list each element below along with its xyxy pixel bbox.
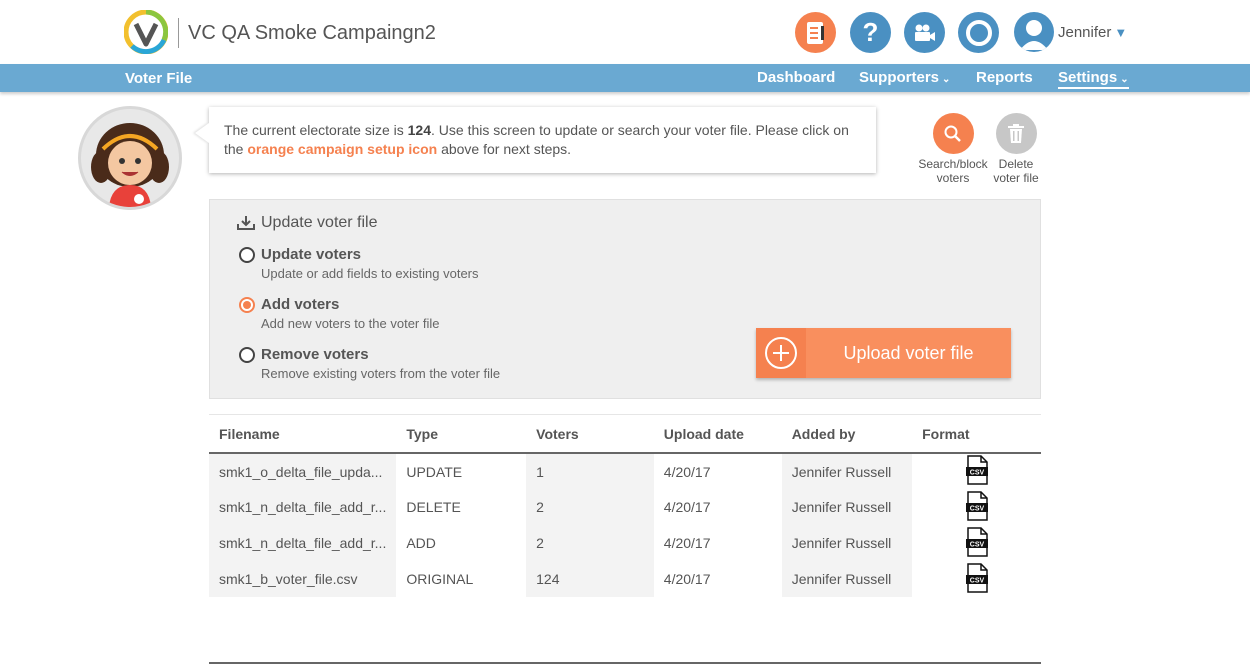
caret-down-icon[interactable]: ▼	[1114, 25, 1127, 40]
user-name[interactable]: Jennifer	[1058, 24, 1111, 41]
info-message: The current electorate size is 124. Use …	[209, 107, 876, 173]
cell-voters: 2	[526, 489, 654, 525]
cell-voters: 2	[526, 525, 654, 561]
nav-settings[interactable]: Settings ⌄	[1058, 69, 1129, 89]
vc-logo[interactable]	[124, 10, 168, 54]
plus-circle-icon	[756, 328, 806, 378]
user-menu[interactable]: Jennifer ▼	[1014, 12, 1127, 52]
col-voters[interactable]: Voters	[526, 415, 654, 454]
cell-filename: smk1_b_voter_file.csv	[209, 561, 397, 597]
electorate-count: 124	[407, 122, 431, 138]
col-type[interactable]: Type	[396, 415, 526, 454]
upload-voter-file-button[interactable]: Upload voter file	[756, 328, 1011, 378]
option-label[interactable]: Add voters	[261, 296, 339, 313]
radio-add-voters[interactable]	[239, 296, 255, 313]
chevron-down-icon: ⌄	[1120, 74, 1129, 85]
delete-voter-file-button[interactable]: Delete voter file	[990, 113, 1042, 185]
update-voter-file-panel: Update voter file Update voters Update o…	[209, 199, 1041, 399]
delete-label-2: voter file	[993, 171, 1039, 185]
campaign-title: VC QA Smoke Campaingn2	[178, 18, 436, 48]
col-added-by[interactable]: Added by	[782, 415, 912, 454]
download-icon	[237, 216, 255, 230]
option-description: Remove existing voters from the voter fi…	[261, 366, 501, 381]
table-row[interactable]: smk1_n_delta_file_add_r... ADD 2 4/20/17…	[209, 525, 1041, 561]
nav-supporters-label: Supporters	[859, 69, 940, 86]
option-update-voters[interactable]: Update voters Update or add fields to ex…	[239, 246, 479, 281]
csv-label: CSV	[969, 577, 984, 584]
cell-filename: smk1_n_delta_file_add_r...	[209, 489, 397, 525]
csv-file-icon[interactable]: CSV	[912, 525, 1041, 561]
voter-files-table: Filename Type Voters Upload date Added b…	[209, 414, 1041, 597]
page-title: Voter File	[125, 70, 193, 87]
panel-title-text: Update voter file	[261, 214, 378, 231]
search-icon	[932, 113, 974, 154]
csv-label: CSV	[969, 541, 984, 548]
footer-divider	[209, 662, 1041, 664]
nav-supporters[interactable]: Supporters ⌄	[859, 69, 950, 86]
campaign-setup-link[interactable]: orange campaign setup icon	[247, 141, 437, 157]
cell-type: ADD	[396, 525, 527, 561]
col-upload-date[interactable]: Upload date	[654, 415, 782, 454]
cell-voters: 1	[526, 453, 654, 489]
search-block-voters-button[interactable]: Search/block voters	[917, 113, 989, 185]
cell-type: ORIGINAL	[396, 561, 527, 597]
table-row[interactable]: smk1_o_delta_file_upda... UPDATE 1 4/20/…	[209, 453, 1041, 489]
table-row[interactable]: smk1_n_delta_file_add_r... DELETE 2 4/20…	[209, 489, 1041, 525]
user-avatar-icon[interactable]	[1014, 12, 1054, 52]
option-add-voters[interactable]: Add voters Add new voters to the voter f…	[239, 296, 439, 331]
csv-file-icon[interactable]: CSV	[912, 489, 1041, 525]
message-text: The current electorate size is	[224, 122, 408, 138]
cell-date: 4/20/17	[653, 525, 782, 561]
top-header: VC QA Smoke Campaingn2 ? Jennifer ▼	[0, 0, 1250, 64]
csv-label: CSV	[969, 470, 984, 477]
search-block-label-2: voters	[936, 171, 970, 185]
circle-icon[interactable]	[958, 12, 999, 53]
main-nav: Voter File Dashboard Supporters ⌄ Reports…	[0, 64, 1250, 92]
cell-date: 4/20/17	[653, 489, 782, 525]
cell-added-by: Jennifer Russell	[781, 489, 913, 525]
cell-voters: 124	[526, 561, 654, 597]
option-label[interactable]: Remove voters	[261, 346, 369, 363]
cell-added-by: Jennifer Russell	[781, 561, 913, 597]
option-description: Update or add fields to existing voters	[261, 266, 479, 281]
option-remove-voters[interactable]: Remove voters Remove existing voters fro…	[239, 346, 500, 381]
nav-dashboard[interactable]: Dashboard	[757, 69, 835, 86]
trash-icon	[995, 113, 1037, 154]
message-text: above for next steps.	[437, 141, 572, 157]
radio-remove-voters[interactable]	[239, 346, 255, 363]
cell-date: 4/20/17	[653, 453, 782, 489]
csv-label: CSV	[969, 505, 984, 512]
cell-filename: smk1_o_delta_file_upda...	[209, 453, 397, 489]
nav-reports[interactable]: Reports	[976, 69, 1033, 86]
search-block-label: Search/block	[918, 157, 988, 171]
cell-added-by: Jennifer Russell	[781, 453, 913, 489]
nav-settings-label: Settings	[1058, 69, 1118, 86]
delete-label: Delete	[998, 157, 1034, 171]
radio-update-voters[interactable]	[239, 246, 255, 263]
option-label[interactable]: Update voters	[261, 246, 361, 263]
cell-type: UPDATE	[396, 453, 527, 489]
table-header-row: Filename Type Voters Upload date Added b…	[209, 414, 1041, 454]
col-filename[interactable]: Filename	[209, 415, 396, 454]
col-format[interactable]: Format	[912, 415, 1041, 454]
video-icon[interactable]	[904, 12, 945, 53]
help-icon[interactable]: ?	[850, 12, 891, 53]
panel-title: Update voter file	[237, 214, 378, 232]
campaign-setup-icon[interactable]	[795, 12, 836, 53]
cell-date: 4/20/17	[653, 561, 782, 597]
nav-dashboard-label: Dashboard	[757, 69, 836, 86]
option-description: Add new voters to the voter file	[261, 316, 440, 331]
cell-filename: smk1_n_delta_file_add_r...	[209, 525, 397, 561]
mascot-avatar	[78, 106, 182, 210]
upload-label: Upload voter file	[843, 343, 974, 363]
cell-added-by: Jennifer Russell	[781, 525, 913, 561]
chevron-down-icon: ⌄	[942, 74, 951, 85]
table-row[interactable]: smk1_b_voter_file.csv ORIGINAL 124 4/20/…	[209, 561, 1041, 597]
csv-file-icon[interactable]: CSV	[912, 453, 1041, 489]
cell-type: DELETE	[396, 489, 527, 525]
nav-reports-label: Reports	[976, 69, 1033, 86]
csv-file-icon[interactable]: CSV	[912, 561, 1041, 597]
